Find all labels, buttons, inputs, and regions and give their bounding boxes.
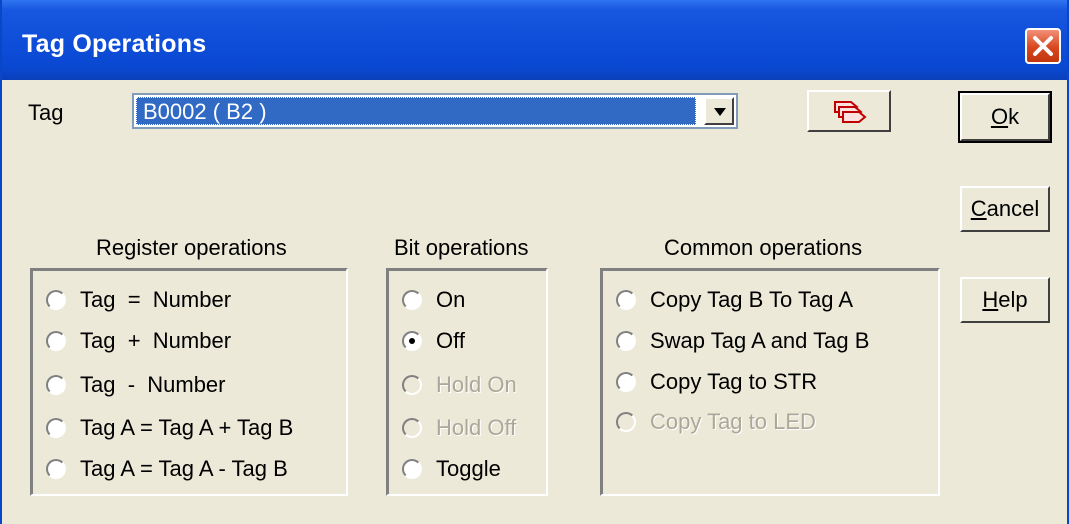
cancel-button[interactable]: Cancel [960, 186, 1050, 232]
option-label: Off [436, 328, 465, 353]
radio-button-disabled [616, 412, 636, 432]
radio-button[interactable] [402, 290, 422, 310]
option-label: Tag A = Tag A - Tag B [80, 456, 288, 481]
bit-operations-heading: Bit operations [394, 235, 529, 260]
window-title: Tag Operations [22, 30, 207, 58]
radio-dot-icon [409, 338, 415, 344]
radio-swap-tag-a-and-tag-b[interactable]: Swap Tag A and Tag B [616, 326, 869, 356]
register-operations-group: Tag = Number Tag + Number Tag - Number T… [30, 268, 348, 496]
ok-button-label: Ok [990, 104, 1020, 129]
radio-off[interactable]: Off [402, 326, 465, 356]
ok-button[interactable]: Ok [958, 91, 1052, 143]
option-label: Copy Tag B To Tag A [650, 287, 854, 312]
radio-button-disabled [402, 375, 422, 395]
close-button[interactable] [1025, 28, 1061, 64]
help-button[interactable]: Help [960, 277, 1050, 323]
tag-select[interactable]: B0002 ( B2 ) [132, 93, 738, 129]
radio-tag-a-plus-tag-b[interactable]: Tag A = Tag A + Tag B [46, 413, 293, 443]
radio-button[interactable] [46, 459, 66, 479]
title-bar[interactable]: Tag Operations [2, 0, 1067, 80]
radio-button[interactable] [616, 331, 636, 351]
tag-select-value: B0002 ( B2 ) [136, 97, 696, 125]
option-label: Tag = Number [80, 287, 232, 312]
tag-operations-dialog: Tag Operations Tag B0002 ( B2 ) Ok Cance… [0, 0, 1069, 524]
option-label: Copy Tag to LED [650, 409, 816, 434]
radio-tag-plus-number[interactable]: Tag + Number [46, 326, 231, 356]
option-label: Copy Tag to STR [650, 369, 818, 394]
option-label: Tag - Number [80, 372, 226, 397]
bit-operations-group: On Off Hold On Hold Off Toggle [386, 268, 548, 496]
chevron-down-icon [714, 108, 726, 116]
cancel-button-label: Cancel [970, 196, 1040, 221]
radio-copy-tag-to-str[interactable]: Copy Tag to STR [616, 367, 817, 397]
tag-label: Tag [28, 100, 64, 125]
radio-hold-off: Hold Off [402, 413, 516, 443]
radio-tag-a-minus-tag-b[interactable]: Tag A = Tag A - Tag B [46, 454, 288, 484]
radio-button[interactable] [46, 418, 66, 438]
option-label: Hold On [436, 372, 517, 397]
radio-toggle[interactable]: Toggle [402, 454, 501, 484]
option-label: Swap Tag A and Tag B [650, 328, 870, 353]
option-label: Tag A = Tag A + Tag B [80, 415, 294, 440]
tags-icon [834, 101, 867, 123]
radio-button[interactable] [46, 331, 66, 351]
common-operations-group: Copy Tag B To Tag A Swap Tag A and Tag B… [600, 268, 940, 496]
radio-button[interactable] [402, 459, 422, 479]
help-button-label: Help [982, 287, 1028, 312]
radio-button-selected[interactable] [402, 331, 422, 351]
option-label: On [436, 287, 466, 312]
radio-button[interactable] [46, 375, 66, 395]
radio-button[interactable] [616, 372, 636, 392]
radio-button-disabled [402, 418, 422, 438]
radio-on[interactable]: On [402, 285, 465, 315]
radio-tag-minus-number[interactable]: Tag - Number [46, 370, 226, 400]
register-operations-heading: Register operations [96, 235, 287, 260]
radio-button[interactable] [46, 290, 66, 310]
close-icon [1033, 36, 1053, 56]
option-label: Hold Off [436, 415, 517, 440]
radio-button[interactable] [616, 290, 636, 310]
option-label: Tag + Number [80, 328, 232, 353]
radio-hold-on: Hold On [402, 370, 517, 400]
radio-tag-equals-number[interactable]: Tag = Number [46, 285, 231, 315]
tag-select-dropdown-button[interactable] [704, 97, 734, 125]
tag-browse-button[interactable] [807, 90, 891, 132]
radio-copy-tag-to-led: Copy Tag to LED [616, 407, 816, 437]
option-label: Toggle [436, 456, 501, 481]
common-operations-heading: Common operations [664, 235, 863, 260]
radio-copy-tag-b-to-tag-a[interactable]: Copy Tag B To Tag A [616, 285, 853, 315]
